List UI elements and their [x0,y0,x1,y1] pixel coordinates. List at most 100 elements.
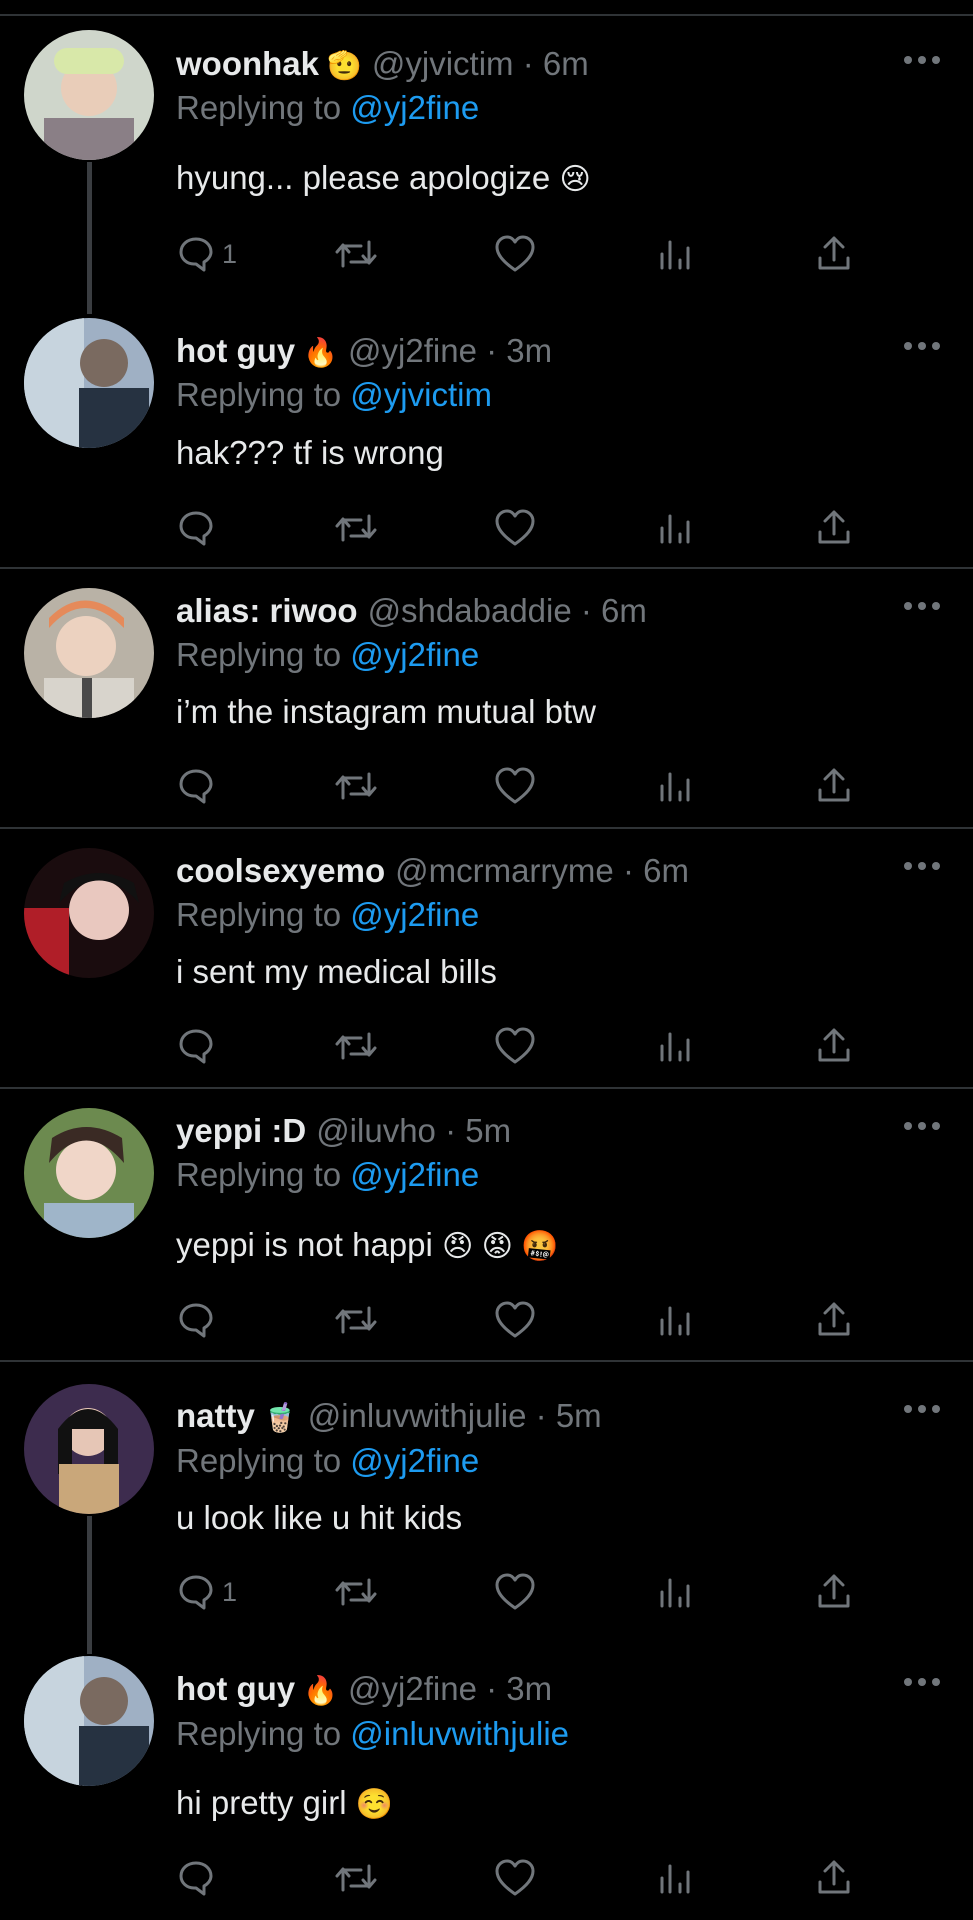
timestamp[interactable]: · 6m [581,592,647,629]
retweet-button[interactable] [333,1298,379,1342]
avatar[interactable] [24,1108,154,1238]
replying-to-handle[interactable]: @yj2fine [350,1442,479,1479]
tweet-header: coolsexyemo @mcrmarryme · 6m [176,851,689,891]
views-button[interactable] [658,232,692,276]
share-button[interactable] [816,1856,852,1900]
timestamp[interactable]: · 5m [445,1112,511,1149]
share-button[interactable] [816,506,852,550]
timestamp[interactable]: · 5m [536,1397,602,1434]
more-icon[interactable] [902,1118,942,1134]
handle[interactable]: @mcrmarryme [395,852,614,889]
handle[interactable]: @shdabaddie [368,592,572,629]
handle[interactable]: @yj2fine [348,332,477,369]
reply-button[interactable] [176,764,216,808]
like-button[interactable] [494,1856,536,1900]
more-icon[interactable] [902,598,942,614]
replying-to-handle[interactable]: @yj2fine [350,636,479,673]
retweet-button[interactable] [333,764,379,808]
display-name[interactable]: coolsexyemo [176,852,385,889]
more-icon[interactable] [902,858,942,874]
avatar[interactable] [24,30,154,160]
handle[interactable]: @inluvwithjulie [308,1397,527,1434]
display-name[interactable]: hot guy [176,332,295,369]
share-button[interactable] [816,232,852,276]
more-icon[interactable] [902,1674,942,1690]
retweet-icon [335,240,377,268]
retweet-icon [335,1578,377,1606]
retweet-icon [335,1864,377,1892]
replying-label: Replying to [176,636,342,673]
display-name[interactable]: natty [176,1397,255,1434]
display-name[interactable]: yeppi :D [176,1112,306,1149]
reply-count: 1 [222,1576,238,1607]
reply-button[interactable]: 1 [176,1570,237,1614]
views-button[interactable] [658,764,692,808]
views-button[interactable] [658,1024,692,1068]
avatar[interactable] [24,1384,154,1514]
retweet-button[interactable] [333,1570,379,1614]
views-icon [660,1864,690,1894]
replying-to-handle[interactable]: @yj2fine [350,89,479,126]
timestamp[interactable]: · 3m [486,1670,552,1707]
like-button[interactable] [494,232,536,276]
reply-button[interactable] [176,1298,216,1342]
tweet-header: alias: riwoo @shdabaddie · 6m [176,591,647,631]
retweet-button[interactable] [333,506,379,550]
reply-button[interactable] [176,1856,216,1900]
share-button[interactable] [816,764,852,808]
handle[interactable]: @yjvictim [372,45,514,82]
like-button[interactable] [494,1298,536,1342]
share-button[interactable] [816,1570,852,1614]
reply-button[interactable]: 1 [176,232,237,276]
display-name[interactable]: alias: riwoo [176,592,358,629]
more-icon[interactable] [902,338,942,354]
handle[interactable]: @yj2fine [348,1670,477,1707]
reply-icon [179,511,213,546]
reply-button[interactable] [176,1024,216,1068]
retweet-button[interactable] [333,1024,379,1068]
share-icon [818,1860,850,1894]
retweet-icon [335,1032,377,1060]
action-bar [176,506,876,550]
timestamp[interactable]: · 6m [523,45,589,82]
more-icon[interactable] [902,52,942,68]
like-button[interactable] [494,506,536,550]
replying-to-handle[interactable]: @yjvictim [350,376,492,413]
replying-to: Replying to @yj2fine [176,88,479,128]
share-button[interactable] [816,1024,852,1068]
share-button[interactable] [816,1298,852,1342]
tweet-text-body: u look like u hit kids [176,1499,463,1536]
handle[interactable]: @iluvho [316,1112,436,1149]
avatar[interactable] [24,318,154,448]
views-icon [660,1032,690,1062]
views-button[interactable] [658,1298,692,1342]
more-icon[interactable] [902,1401,942,1417]
retweet-button[interactable] [333,1856,379,1900]
avatar[interactable] [24,588,154,718]
views-button[interactable] [658,506,692,550]
display-name[interactable]: woonhak [176,45,319,82]
tweet-header: woonhak 🫡 @yjvictim · 6m [176,44,589,86]
reply-button[interactable] [176,506,216,550]
replying-to-handle[interactable]: @yj2fine [350,1156,479,1193]
tweet-text-body: hyung... please apologize [176,159,551,196]
timestamp[interactable]: · 6m [623,852,689,889]
like-button[interactable] [494,764,536,808]
display-name[interactable]: hot guy [176,1670,295,1707]
top-divider [0,14,973,16]
views-button[interactable] [658,1856,692,1900]
like-button[interactable] [494,1570,536,1614]
replying-to-handle[interactable]: @inluvwithjulie [350,1715,569,1752]
views-button[interactable] [658,1570,692,1614]
replying-to-handle[interactable]: @yj2fine [350,896,479,933]
reply-icon [179,1029,213,1064]
timestamp[interactable]: · 3m [486,332,552,369]
avatar[interactable] [24,848,154,978]
retweet-button[interactable] [333,232,379,276]
like-button[interactable] [494,1024,536,1068]
tweet-text-body: hak??? tf is wrong [176,434,444,471]
avatar[interactable] [24,1656,154,1786]
action-bar [176,1298,876,1342]
reply-icon [179,1303,213,1338]
tweet-text-body: hi pretty girl [176,1784,347,1821]
